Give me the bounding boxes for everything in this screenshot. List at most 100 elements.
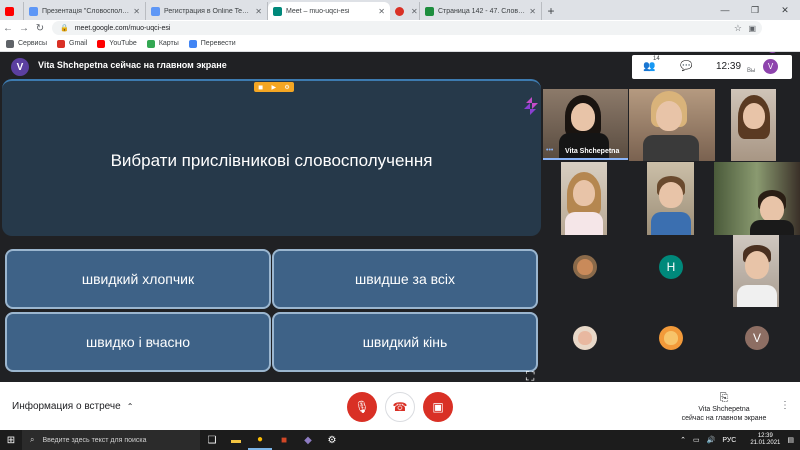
notifications-icon[interactable]: ▤	[787, 436, 794, 444]
bookmark-star-icon[interactable]: ☆	[734, 23, 742, 34]
meet-header: V Vita Shchepetna сейчас на главном экра…	[0, 53, 800, 79]
mic-off-button[interactable]: 🎙	[347, 392, 377, 422]
chrome-icon[interactable]: ●	[248, 430, 272, 450]
bookmark-services[interactable]: Сервисы	[6, 39, 47, 48]
teams-icon[interactable]: ◆	[296, 430, 320, 450]
active-speaker-indicator	[543, 158, 628, 160]
tab-title: Meet – muo-uqci-esi	[286, 7, 350, 15]
tray-chevron-icon[interactable]: ⌃	[680, 436, 686, 444]
taskbar-search[interactable]: ⌕ Введите здесь текст для поиска	[22, 430, 200, 450]
tab-close-icon[interactable]: ✕	[411, 7, 418, 16]
presenter-mini-toolbar[interactable]: ◼ ▶ ⚙	[254, 82, 294, 92]
participant-avatar-photo-1[interactable]	[573, 255, 597, 279]
answer-option-2[interactable]: швидше за всіх	[272, 249, 538, 309]
network-icon[interactable]: ▭	[693, 436, 700, 444]
tab-close-icon[interactable]: ✕	[133, 7, 140, 16]
face-shape	[743, 103, 765, 129]
book-favicon-icon	[425, 6, 434, 16]
bookmarks-bar: Сервисы Gmail YouTube Карты Перевести	[0, 36, 800, 52]
taskbar-clock[interactable]: 12:39 21.01.2021	[743, 433, 780, 446]
file-explorer-icon[interactable]: ▬	[224, 430, 248, 450]
participant-tile-2[interactable]	[629, 89, 715, 161]
task-view-icon[interactable]: ❑	[200, 430, 224, 450]
browser-tab-presentation[interactable]: Презентація "Словосполученн ✕	[24, 2, 146, 20]
meeting-info-button[interactable]: Информация о встрече ⌃	[12, 401, 133, 412]
participant-avatar-v[interactable]: V	[745, 326, 769, 350]
self-avatar[interactable]: V	[763, 59, 778, 74]
close-window-icon[interactable]: ✕	[770, 0, 800, 20]
youtube-icon	[97, 39, 106, 48]
windows-start-icon[interactable]: ⊞	[0, 430, 22, 450]
participant-tile-5[interactable]	[647, 162, 694, 235]
people-icon[interactable]: 👥	[643, 61, 655, 72]
meet-control-bar: Информация о встрече ⌃ 🎙 ☎ ▣ ⎘ Vita Shche…	[0, 382, 800, 430]
face-shape	[760, 196, 784, 222]
tab-close-icon[interactable]: ✕	[255, 7, 262, 16]
tab-close-icon[interactable]: ✕	[378, 7, 385, 16]
settings-gear-icon[interactable]: ⚙	[320, 430, 344, 450]
browser-tab-meet[interactable]: Meet – muo-uqci-esi ✕	[268, 2, 390, 20]
participant-avatar-h[interactable]: H	[659, 255, 683, 279]
presenter-banner: Vita Shchepetna сейчас на главном экране	[38, 60, 227, 70]
powerpoint-icon[interactable]: ■	[272, 430, 296, 450]
bookmark-translate[interactable]: Перевести	[188, 39, 236, 48]
meet-window: V Vita Shchepetna сейчас на главном экра…	[0, 53, 800, 430]
address-bar-row: ← → ↻ 🔒 meet.google.com/muo-uqci-esi ☆ ▣…	[0, 20, 800, 53]
back-arrow-icon[interactable]: ←	[0, 23, 16, 34]
speaker-name: Vita Shchepetna	[565, 148, 620, 155]
browser-tab-youtube[interactable]	[0, 2, 24, 20]
extensions-icon[interactable]: ▣	[748, 24, 756, 33]
globe-favicon-icon	[151, 6, 160, 16]
youtube-favicon-icon	[5, 6, 14, 16]
more-options-icon[interactable]: ⋮	[780, 400, 790, 411]
participant-grid: ••• Vita Shchepetna H V	[543, 89, 800, 379]
translate-icon	[188, 39, 197, 48]
lock-icon[interactable]: 🔒	[60, 24, 69, 32]
bookmark-maps[interactable]: Карты	[146, 39, 179, 48]
new-tab-button[interactable]: +	[542, 2, 560, 20]
bookmark-youtube[interactable]: YouTube	[97, 39, 137, 48]
browser-tab-recording[interactable]: ✕	[390, 2, 420, 20]
chat-icon[interactable]: 💬	[680, 61, 692, 72]
volume-icon[interactable]: 🔊	[707, 436, 716, 444]
browser-tab-registration[interactable]: Регистрация в Online Test Pad ✕	[146, 2, 268, 20]
mic-off-icon: 🎙	[354, 400, 370, 414]
answer-option-3[interactable]: швидко і вчасно	[5, 312, 271, 372]
body-shape	[559, 133, 609, 159]
language-indicator[interactable]: РУС	[722, 437, 736, 444]
participant-tile-speaker[interactable]: ••• Vita Shchepetna	[543, 89, 628, 159]
browser-tab-page142[interactable]: Страница 142 - 47. Словосполу ✕	[420, 2, 542, 20]
slides-favicon-icon	[29, 6, 38, 16]
speaking-icon: •••	[546, 147, 554, 154]
url-text: meet.google.com/muo-uqci-esi	[74, 24, 171, 32]
reload-icon[interactable]: ↻	[32, 23, 48, 34]
present-line-1: Vita Shchepetna	[698, 406, 750, 414]
participant-tile-4[interactable]	[561, 162, 607, 235]
participant-tile-3[interactable]	[731, 89, 776, 161]
face-shape	[664, 331, 678, 345]
tab-close-icon[interactable]: ✕	[529, 7, 536, 16]
participant-avatar-photo-3[interactable]	[659, 326, 683, 350]
maximize-icon[interactable]: ❐	[740, 0, 770, 20]
hang-up-button[interactable]: ☎	[385, 392, 415, 422]
app-icon: ◼	[258, 84, 264, 91]
participant-avatar-photo-2[interactable]	[573, 326, 597, 350]
body-shape	[737, 285, 777, 307]
camera-icon: ▶	[271, 84, 277, 91]
participant-tile-6[interactable]	[714, 162, 800, 235]
bookmark-gmail[interactable]: Gmail	[57, 39, 87, 48]
minimize-icon[interactable]: —	[710, 0, 740, 20]
window-controls: — ❐ ✕	[710, 0, 800, 20]
body-shape	[565, 212, 603, 235]
participant-tile-7[interactable]	[733, 235, 779, 307]
tab-title: Регистрация в Online Test Pad	[164, 7, 253, 15]
url-field[interactable]: 🔒 meet.google.com/muo-uqci-esi ☆ ▣	[52, 21, 762, 35]
answer-option-1[interactable]: швидкий хлопчик	[5, 249, 271, 309]
forward-arrow-icon[interactable]: →	[16, 23, 32, 34]
present-line-2: сейчас на главном экране	[681, 415, 767, 423]
present-now-button[interactable]: ⎘ Vita Shchepetna сейчас на главном экра…	[674, 391, 774, 423]
answer-option-4[interactable]: швидкий кінь	[272, 312, 538, 372]
camera-off-button[interactable]: ▣	[423, 392, 453, 422]
body-shape	[651, 212, 691, 235]
taskbar-search-placeholder: Введите здесь текст для поиска	[42, 436, 147, 444]
